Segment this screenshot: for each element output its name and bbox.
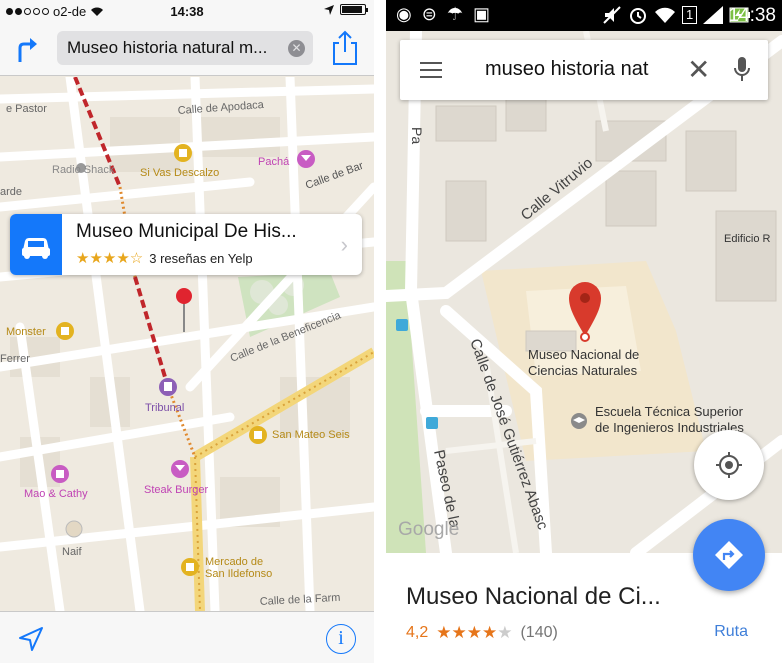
sync-icon: ⊜ <box>421 4 437 24</box>
route-link[interactable]: Ruta <box>714 623 748 641</box>
shopping-icon[interactable] <box>174 144 192 162</box>
map-label-edificio: Edificio R <box>724 233 771 245</box>
android-search-box[interactable]: museo historia nat ✕ <box>400 40 768 100</box>
bar-icon[interactable] <box>297 150 315 168</box>
share-button[interactable] <box>330 30 360 66</box>
bag-icon: ▣ <box>472 4 490 24</box>
map-label-tribunal: Tribunal <box>145 402 184 414</box>
stars-empty: ★ <box>497 623 513 642</box>
rating-stars: ★★★★★ <box>436 623 512 643</box>
place-rating: 4,2 ★★★★★ (140) <box>406 623 558 643</box>
status-time: 14:38 <box>170 4 204 19</box>
map-label-mercado: Mercado de <box>205 556 263 568</box>
clear-search-icon[interactable]: ✕ <box>687 53 710 86</box>
status-right <box>324 4 368 15</box>
place-callout[interactable]: Museo Municipal De His... ★★★★☆ 3 reseña… <box>10 214 362 275</box>
bus-stop-icon-2[interactable] <box>426 417 438 429</box>
battery-icon <box>340 4 368 15</box>
map-label-museo-line2: Ciencias Naturales <box>528 363 638 378</box>
map-label-si-vas: Si Vas Descalzo <box>140 167 219 179</box>
shop-icon-mao[interactable] <box>51 465 69 483</box>
map-label-san-ildefonso: San Ildefonso <box>205 568 272 580</box>
map-label-steak-burger: Steak Burger <box>144 484 209 496</box>
callout-title: Museo Municipal De His... <box>76 221 297 242</box>
cafe-icon[interactable] <box>65 520 83 538</box>
map-label-radio-shack: Radio Shack <box>52 164 115 176</box>
map-label-pastor: e Pastor <box>6 103 47 115</box>
android-status-bar: ◉ ⊜ ☂ ▣ 1 14:38 <box>386 0 782 31</box>
google-watermark: Google <box>398 519 459 540</box>
review-count: (140) <box>520 624 558 641</box>
my-location-button[interactable] <box>694 430 764 500</box>
ios-toolbar: i <box>0 611 374 663</box>
rating-score: 4,2 <box>406 624 429 641</box>
crosshair-icon <box>716 452 742 478</box>
directions-fab[interactable] <box>693 519 765 591</box>
directions-icon <box>715 541 743 569</box>
weather-icon: ☂ <box>446 4 463 24</box>
status-time-android: 14:38 <box>728 5 776 26</box>
android-maps-screen: ◉ ⊜ ☂ ▣ 1 14:38 Calle Vitruvio Edificio … <box>386 0 782 663</box>
map-label-monster: Monster <box>6 326 46 338</box>
restaurant-icon[interactable] <box>249 426 267 444</box>
clear-search-button[interactable]: ✕ <box>288 40 305 57</box>
bar-icon-steak[interactable] <box>171 460 189 478</box>
car-icon <box>22 238 50 259</box>
star-rating: ★★★★☆ <box>76 250 144 267</box>
notification-icons: ◉ ⊜ ☂ ▣ <box>396 4 490 25</box>
stars-full: ★★★★ <box>436 623 498 642</box>
place-name: Museo Nacional de Ci... <box>406 583 661 610</box>
map-label-naif: Naif <box>62 546 83 558</box>
whatsapp-icon: ◉ <box>396 4 412 24</box>
location-arrow-icon <box>324 4 334 15</box>
sim-badge: 1 <box>682 6 698 24</box>
search-query: Museo historia natural m... <box>67 38 268 57</box>
map-label-pacha: Pachá <box>258 156 290 168</box>
alarm-icon <box>630 8 646 24</box>
current-location-button[interactable] <box>18 626 44 652</box>
callout-rating: ★★★★☆ 3 reseñas en Yelp <box>76 249 253 267</box>
directions-button[interactable] <box>12 34 42 64</box>
map-label-ferrer: Ferrer <box>0 353 30 365</box>
monster-shop-icon[interactable] <box>56 322 74 340</box>
ios-nav-bar: Museo historia natural m... ✕ <box>0 22 374 76</box>
ios-map-view[interactable]: e Pastor Calle de Apodaca Radio Shack Pa… <box>0 77 374 611</box>
microphone-icon[interactable] <box>733 57 751 83</box>
ios-status-bar: o2-de 14:38 <box>0 0 374 22</box>
yelp-reviews: 3 reseñas en Yelp <box>149 250 253 266</box>
map-label-escuela-line1: Escuela Técnica Superior <box>595 404 744 419</box>
hamburger-menu-icon[interactable] <box>420 62 442 79</box>
map-label-mao-cathy: Mao & Cathy <box>24 488 88 500</box>
search-query-android: museo historia nat <box>485 58 649 80</box>
wifi-icon-android <box>655 7 675 23</box>
search-field[interactable]: Museo historia natural m... ✕ <box>57 31 313 65</box>
metro-station-icon[interactable] <box>159 378 177 396</box>
signal-icon <box>703 6 724 24</box>
ios-maps-screen: o2-de 14:38 Museo historia natural m... … <box>0 0 374 663</box>
bus-stop-icon[interactable] <box>396 319 408 331</box>
mute-icon <box>603 6 621 24</box>
market-icon[interactable] <box>181 558 199 576</box>
school-icon[interactable] <box>571 413 587 429</box>
chevron-right-icon[interactable]: › <box>341 232 348 258</box>
map-label-museo-line1: Museo Nacional de <box>528 347 639 362</box>
map-label-arde: arde <box>0 186 22 198</box>
info-button[interactable]: i <box>326 624 356 654</box>
car-directions-button[interactable] <box>10 214 62 275</box>
map-label-san-mateo: San Mateo Seis <box>272 429 350 441</box>
map-label-pa: Pa <box>409 127 425 144</box>
